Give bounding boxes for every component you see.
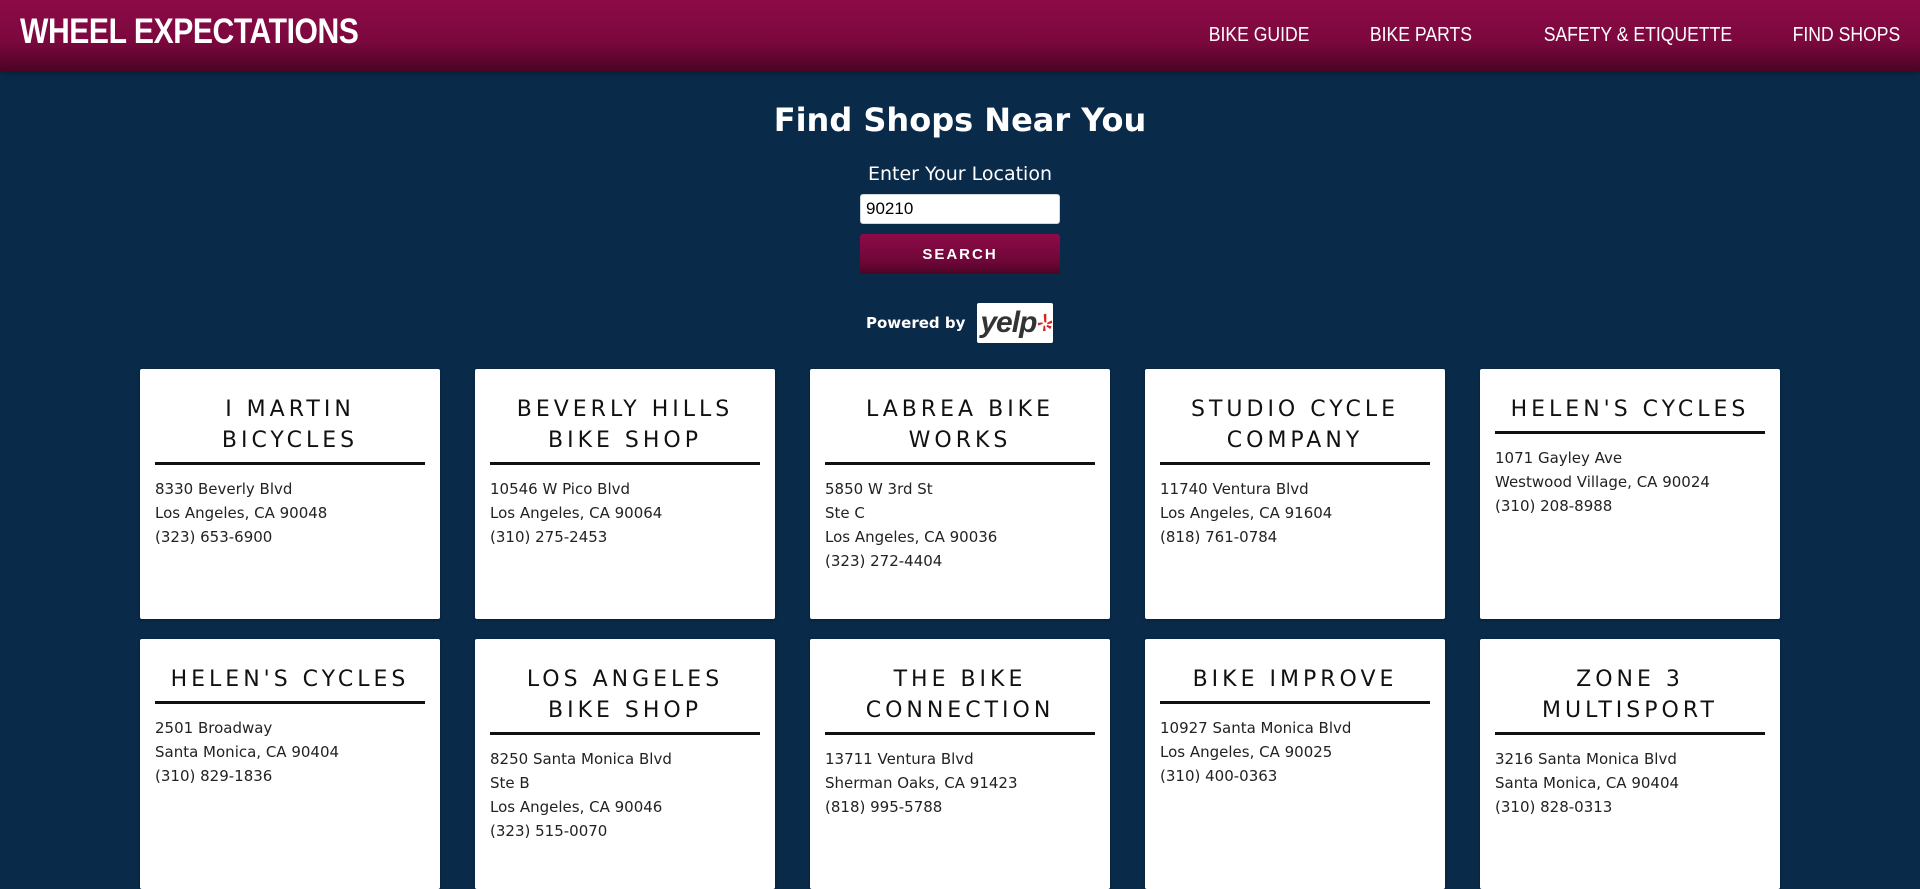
main-nav: BIKE GUIDE BIKE PARTS SAFETY & ETIQUETTE… bbox=[1149, 24, 1900, 47]
shop-phone: (818) 761-0784 bbox=[1160, 528, 1278, 546]
shop-phone: (310) 400-0363 bbox=[1160, 767, 1278, 785]
shop-address-line: 1071 Gayley Ave bbox=[1495, 449, 1623, 467]
shop-address-line: Ste B bbox=[490, 774, 530, 792]
shop-phone: (323) 515-0070 bbox=[490, 822, 608, 840]
shop-address-line: Westwood Village, CA 90024 bbox=[1495, 473, 1710, 491]
shop-card[interactable]: LOS ANGELES BIKE SHOP 8250 Santa Monica … bbox=[475, 639, 775, 889]
shop-address-line: Los Angeles, CA 90046 bbox=[490, 798, 663, 816]
shop-address-line: Ste C bbox=[825, 504, 865, 522]
shop-address-line: Santa Monica, CA 90404 bbox=[155, 743, 340, 761]
shop-address-line: Santa Monica, CA 90404 bbox=[1495, 774, 1680, 792]
shop-address-line: 8330 Beverly Blvd bbox=[155, 480, 293, 498]
shop-phone: (818) 995-5788 bbox=[825, 798, 943, 816]
location-input[interactable] bbox=[860, 194, 1060, 224]
shop-address-line: Los Angeles, CA 90048 bbox=[155, 504, 328, 522]
shop-phone: (323) 653-6900 bbox=[155, 528, 273, 546]
shop-name: LABREA BIKE WORKS bbox=[825, 394, 1095, 465]
shop-card[interactable]: ZONE 3 MULTISPORT 3216 Santa Monica Blvd… bbox=[1480, 639, 1780, 889]
shop-address-line: 11740 Ventura Blvd bbox=[1160, 480, 1309, 498]
shop-address-line: Sherman Oaks, CA 91423 bbox=[825, 774, 1018, 792]
shop-address-line: 10546 W Pico Blvd bbox=[490, 480, 631, 498]
shop-phone: (310) 828-0313 bbox=[1495, 798, 1613, 816]
shop-address-line: Los Angeles, CA 90036 bbox=[825, 528, 998, 546]
shop-name: LOS ANGELES BIKE SHOP bbox=[490, 664, 760, 735]
shop-address-line: 2501 Broadway bbox=[155, 719, 273, 737]
shop-card[interactable]: HELEN'S CYCLES 2501 Broadway Santa Monic… bbox=[140, 639, 440, 889]
shop-name: HELEN'S CYCLES bbox=[155, 664, 425, 704]
shop-address-line: 5850 W 3rd St bbox=[825, 480, 933, 498]
shop-name: HELEN'S CYCLES bbox=[1495, 394, 1765, 434]
shop-phone: (310) 208-8988 bbox=[1495, 497, 1613, 515]
shop-address-line: 3216 Santa Monica Blvd bbox=[1495, 750, 1677, 768]
shop-address-line: Los Angeles, CA 90064 bbox=[490, 504, 663, 522]
yelp-logo[interactable]: yelp bbox=[977, 303, 1054, 343]
shop-card[interactable]: LABREA BIKE WORKS 5850 W 3rd St Ste C Lo… bbox=[810, 369, 1110, 619]
shop-name: THE BIKE CONNECTION bbox=[825, 664, 1095, 735]
shop-address-line: 10927 Santa Monica Blvd bbox=[1160, 719, 1352, 737]
yelp-burst-icon bbox=[1038, 313, 1053, 331]
shop-card[interactable]: HELEN'S CYCLES 1071 Gayley Ave Westwood … bbox=[1480, 369, 1780, 619]
shop-card[interactable]: BIKE IMPROVE 10927 Santa Monica Blvd Los… bbox=[1145, 639, 1445, 889]
shop-address-line: Los Angeles, CA 91604 bbox=[1160, 504, 1333, 522]
shop-name: I MARTIN BICYCLES bbox=[155, 394, 425, 465]
shop-name: STUDIO CYCLE COMPANY bbox=[1160, 394, 1430, 465]
location-label: Enter Your Location bbox=[868, 163, 1052, 185]
shop-grid: I MARTIN BICYCLES 8330 Beverly Blvd Los … bbox=[140, 369, 1780, 889]
shop-name: ZONE 3 MULTISPORT bbox=[1495, 664, 1765, 735]
shop-name: BIKE IMPROVE bbox=[1160, 664, 1430, 704]
shop-phone: (310) 829-1836 bbox=[155, 767, 273, 785]
nav-bike-guide[interactable]: BIKE GUIDE bbox=[1209, 24, 1310, 47]
yelp-logo-text: yelp bbox=[980, 306, 1037, 339]
shop-name: BEVERLY HILLS BIKE SHOP bbox=[490, 394, 760, 465]
brand-logo[interactable]: WHEEL EXPECTATIONS bbox=[20, 12, 359, 52]
shop-card[interactable]: THE BIKE CONNECTION 13711 Ventura Blvd S… bbox=[810, 639, 1110, 889]
shop-card[interactable]: I MARTIN BICYCLES 8330 Beverly Blvd Los … bbox=[140, 369, 440, 619]
nav-bike-parts[interactable]: BIKE PARTS bbox=[1370, 24, 1472, 47]
shop-address-line: Los Angeles, CA 90025 bbox=[1160, 743, 1333, 761]
nav-safety-etiquette[interactable]: SAFETY & ETIQUETTE bbox=[1543, 24, 1731, 47]
shop-card[interactable]: STUDIO CYCLE COMPANY 11740 Ventura Blvd … bbox=[1145, 369, 1445, 619]
powered-by-text: Powered by bbox=[866, 314, 966, 332]
page-title: Find Shops Near You bbox=[773, 101, 1147, 139]
shop-address-line: 8250 Santa Monica Blvd bbox=[490, 750, 672, 768]
shop-card[interactable]: BEVERLY HILLS BIKE SHOP 10546 W Pico Blv… bbox=[475, 369, 775, 619]
shop-address-line: 13711 Ventura Blvd bbox=[825, 750, 974, 768]
nav-find-shops[interactable]: FIND SHOPS bbox=[1792, 24, 1900, 47]
powered-by: Powered by yelp bbox=[866, 303, 1054, 343]
shop-phone: (323) 272-4404 bbox=[825, 552, 943, 570]
site-header: WHEEL EXPECTATIONS BIKE GUIDE BIKE PARTS… bbox=[0, 0, 1920, 71]
shop-phone: (310) 275-2453 bbox=[490, 528, 608, 546]
search-button[interactable]: SEARCH bbox=[860, 234, 1060, 274]
